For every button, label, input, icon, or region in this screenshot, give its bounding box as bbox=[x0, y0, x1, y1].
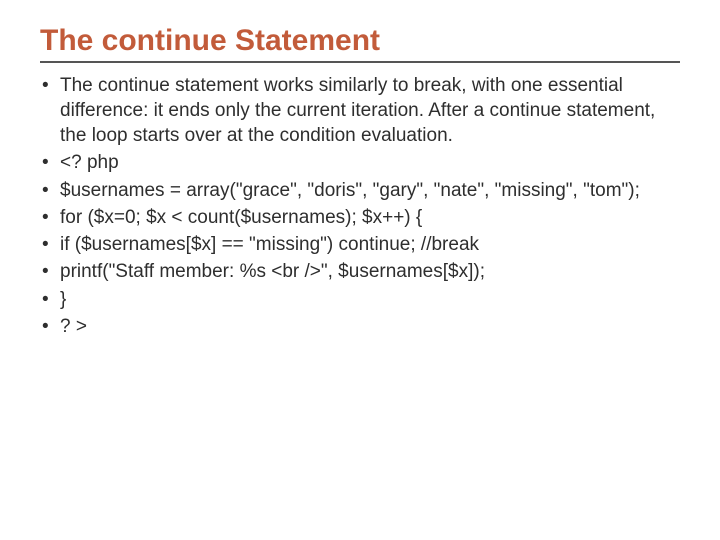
list-item: $usernames = array("grace", "doris", "ga… bbox=[42, 178, 680, 203]
slide-title: The continue Statement bbox=[40, 24, 680, 59]
list-item: printf("Staff member: %s <br />", $usern… bbox=[42, 259, 680, 284]
slide: The continue Statement The continue stat… bbox=[0, 0, 720, 540]
bullet-list: The continue statement works similarly t… bbox=[40, 73, 680, 340]
list-item: } bbox=[42, 287, 680, 312]
list-item: The continue statement works similarly t… bbox=[42, 73, 680, 149]
title-divider: The continue Statement bbox=[40, 24, 680, 63]
list-item: <? php bbox=[42, 150, 680, 175]
list-item: ? > bbox=[42, 314, 680, 339]
list-item: for ($x=0; $x < count($usernames); $x++)… bbox=[42, 205, 680, 230]
list-item: if ($usernames[$x] == "missing") continu… bbox=[42, 232, 680, 257]
